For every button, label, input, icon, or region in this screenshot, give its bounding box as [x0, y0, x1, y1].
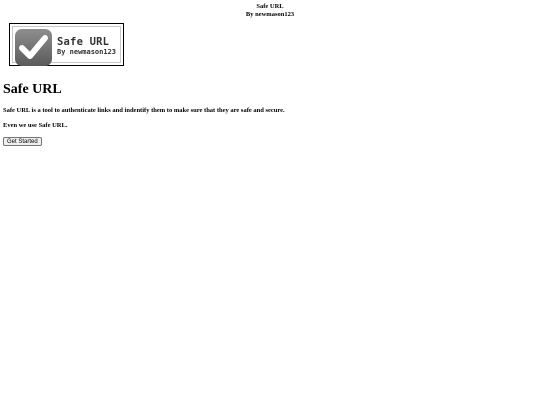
- logo-frame: Safe URL By newmason123: [12, 26, 121, 66]
- description-text: Safe URL is a tool to authenticate links…: [3, 107, 285, 114]
- banner-byline: By newmason123: [245, 11, 295, 18]
- logo-title: Safe URL: [57, 36, 110, 48]
- note-text: Even we use Safe URL.: [3, 122, 68, 129]
- page-title: Safe URL: [3, 82, 62, 97]
- logo-subtitle: By newmason123: [57, 48, 117, 56]
- get-started-button[interactable]: Get Started: [3, 137, 42, 146]
- logo: Safe URL By newmason123: [9, 23, 124, 66]
- checkmark-icon: [15, 29, 52, 66]
- banner-title: Safe URL: [256, 3, 284, 10]
- top-banner: Safe URL By newmason123: [0, 0, 540, 19]
